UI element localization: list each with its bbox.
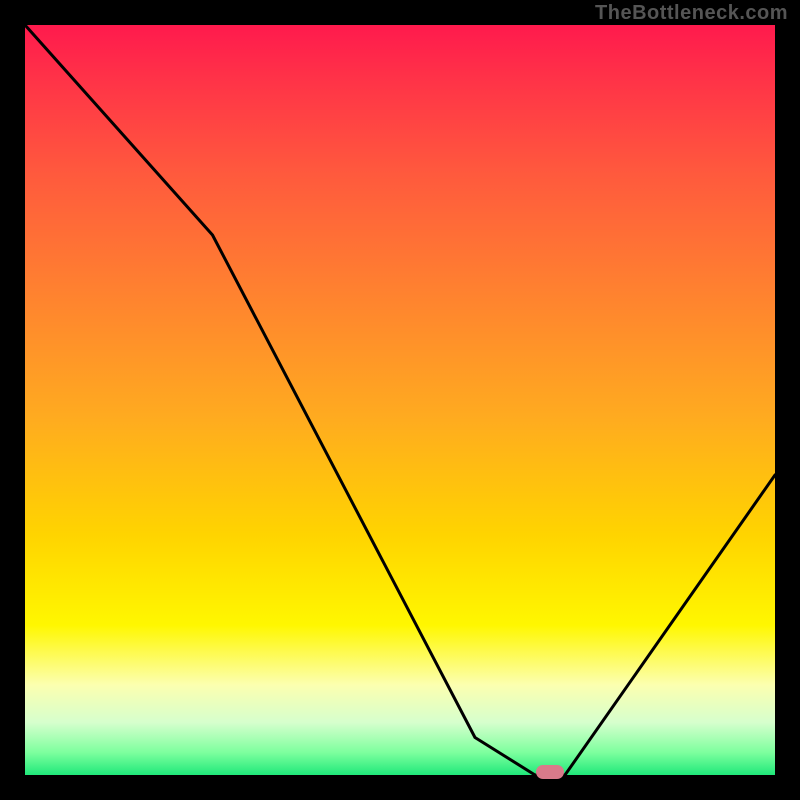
chart-frame: TheBottleneck.com	[0, 0, 800, 800]
line-series	[25, 25, 775, 775]
watermark-text: TheBottleneck.com	[595, 2, 788, 25]
data-marker	[536, 765, 564, 779]
plot-area	[25, 25, 775, 775]
